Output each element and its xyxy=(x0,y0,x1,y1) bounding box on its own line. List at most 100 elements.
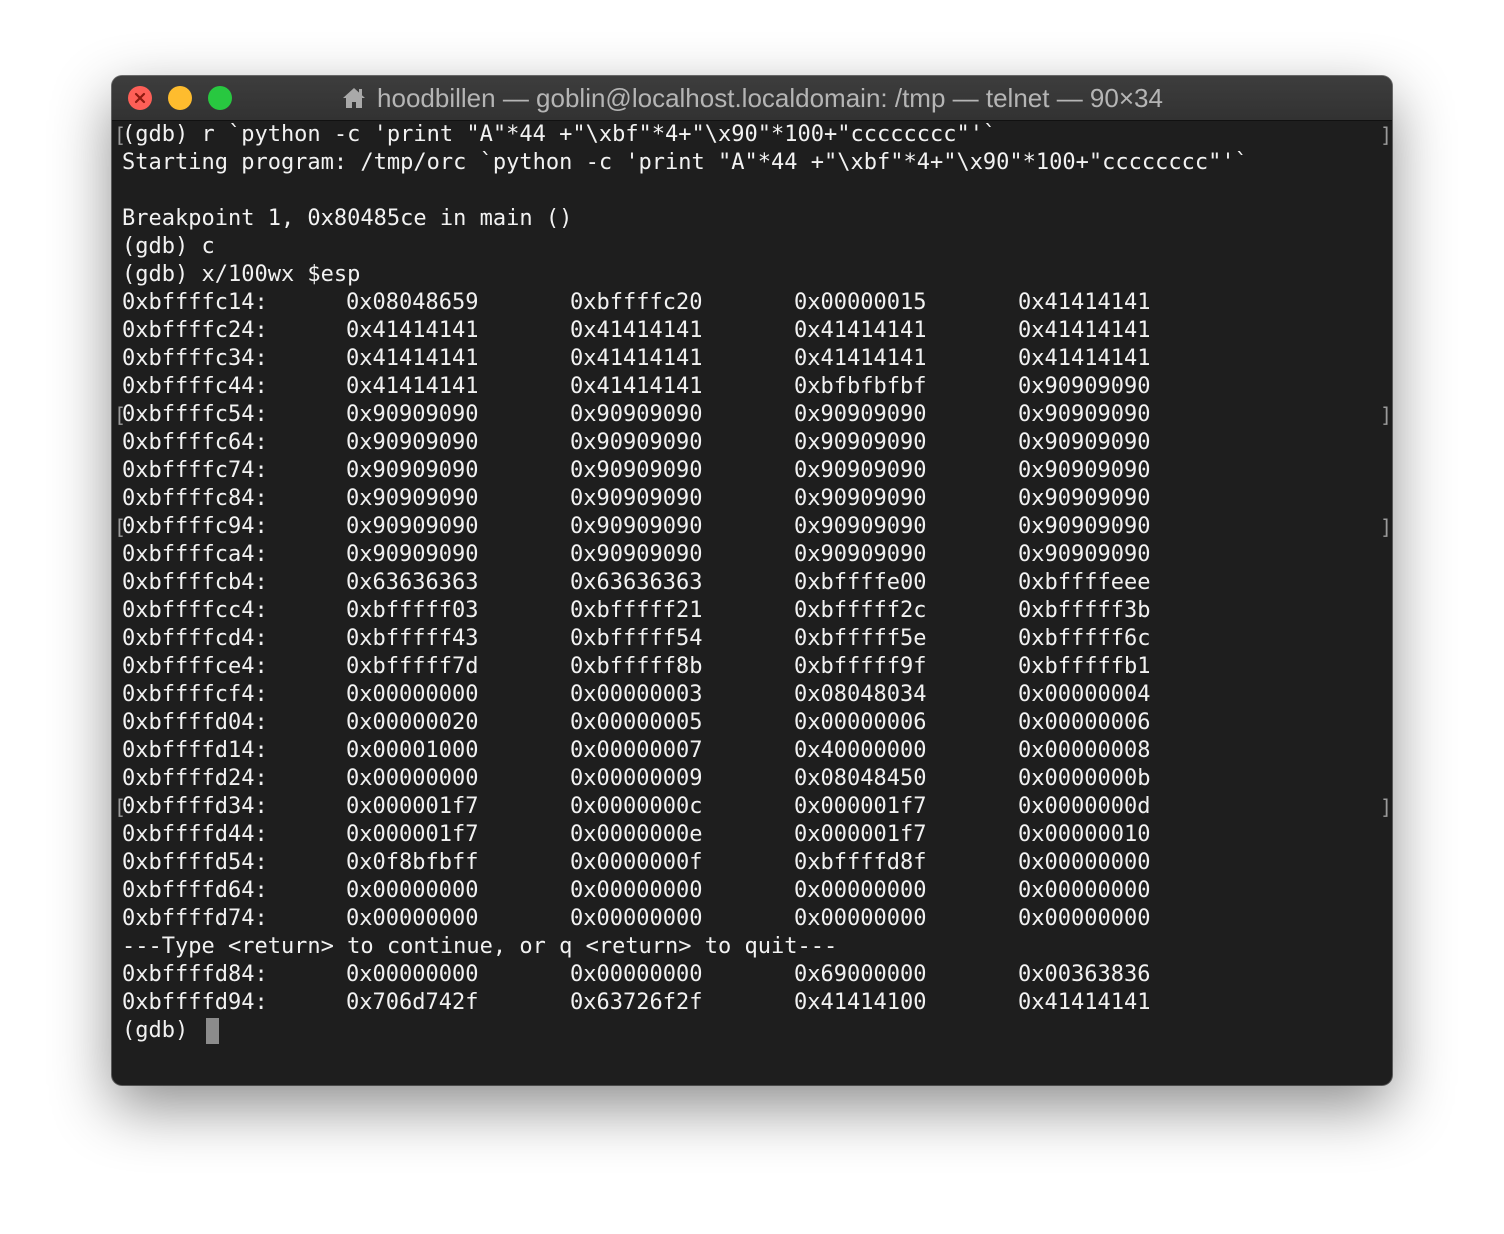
memory-word: 0x90909090 xyxy=(570,430,703,455)
memory-word: 0x00000000 xyxy=(570,878,703,903)
memory-word: 0xbfffff8b xyxy=(570,654,703,679)
memory-word: 0xbfffff03 xyxy=(346,598,479,623)
memory-word: 0x00000003 xyxy=(570,682,703,707)
memory-word: 0x63726f2f xyxy=(570,990,703,1015)
memory-word: 0xbffffeee xyxy=(1018,570,1151,595)
memory-address: 0xbffffc64: xyxy=(122,430,268,455)
memory-word: 0x00001000 xyxy=(346,738,479,763)
memory-word: 0x0f8bfbff xyxy=(346,850,479,875)
memory-word: 0x41414141 xyxy=(1018,318,1151,343)
memory-word: 0x00000010 xyxy=(1018,822,1151,847)
terminal-line: Starting program: /tmp/orc `python -c 'p… xyxy=(122,150,1248,175)
memory-word: 0x41414100 xyxy=(794,990,927,1015)
memory-word: 0x00000007 xyxy=(570,738,703,763)
memory-word: 0x000001f7 xyxy=(794,822,927,847)
memory-word: 0x00000000 xyxy=(346,682,479,707)
memory-address: 0xbffffc84: xyxy=(122,486,268,511)
memory-word: 0x41414141 xyxy=(794,318,927,343)
memory-word: 0x00000000 xyxy=(346,906,479,931)
memory-word: 0x69000000 xyxy=(794,962,927,987)
memory-word: 0x00000006 xyxy=(794,710,927,735)
memory-address: 0xbffffd14: xyxy=(122,738,268,763)
memory-word: 0x41414141 xyxy=(346,318,479,343)
memory-word: 0x90909090 xyxy=(346,458,479,483)
memory-word: 0x00000000 xyxy=(346,878,479,903)
memory-word: 0xbfbfbfbf xyxy=(794,374,927,399)
memory-word: 0x00000000 xyxy=(346,962,479,987)
terminal-line: (gdb) c xyxy=(122,234,215,259)
line-wrap-marker-left: [ xyxy=(114,795,127,819)
memory-address: 0xbffffd84: xyxy=(122,962,268,987)
memory-word: 0xbfffff6c xyxy=(1018,626,1151,651)
memory-word: 0x00000000 xyxy=(1018,906,1151,931)
memory-address: 0xbffffc74: xyxy=(122,458,268,483)
memory-address: 0xbffffd44: xyxy=(122,822,268,847)
line-wrap-marker-right: ] xyxy=(1380,515,1392,539)
memory-word: 0x00000009 xyxy=(570,766,703,791)
memory-word: 0x00000006 xyxy=(1018,710,1151,735)
memory-word: 0x00000000 xyxy=(570,906,703,931)
minimize-button[interactable] xyxy=(168,86,192,110)
memory-word: 0x00000000 xyxy=(1018,878,1151,903)
memory-address: 0xbffffd04: xyxy=(122,710,268,735)
memory-address: 0xbffffd94: xyxy=(122,990,268,1015)
gdb-prompt: (gdb) xyxy=(122,1018,202,1043)
memory-word: 0xbfffff3b xyxy=(1018,598,1151,623)
memory-word: 0x41414141 xyxy=(1018,290,1151,315)
memory-word: 0x0000000e xyxy=(570,822,703,847)
memory-word: 0x90909090 xyxy=(570,542,703,567)
line-wrap-marker-left: [ xyxy=(114,123,127,147)
memory-word: 0x90909090 xyxy=(570,514,703,539)
memory-word: 0x41414141 xyxy=(346,346,479,371)
memory-word: 0x0000000f xyxy=(570,850,703,875)
memory-word: 0x00000000 xyxy=(794,878,927,903)
memory-address: 0xbffffc54: xyxy=(122,402,268,427)
memory-word: 0x00000020 xyxy=(346,710,479,735)
memory-word: 0x63636363 xyxy=(346,570,479,595)
memory-word: 0x90909090 xyxy=(1018,514,1151,539)
memory-word: 0x90909090 xyxy=(1018,430,1151,455)
memory-word: 0x90909090 xyxy=(794,402,927,427)
memory-word: 0x08048659 xyxy=(346,290,479,315)
memory-word: 0xbffffd8f xyxy=(794,850,927,875)
memory-word: 0x90909090 xyxy=(794,514,927,539)
memory-address: 0xbffffc14: xyxy=(122,290,268,315)
memory-word: 0x90909090 xyxy=(794,542,927,567)
memory-word: 0x0000000c xyxy=(570,794,703,819)
close-button[interactable] xyxy=(128,86,152,110)
memory-address: 0xbffffce4: xyxy=(122,654,268,679)
memory-address: 0xbffffc34: xyxy=(122,346,268,371)
memory-word: 0x00000005 xyxy=(570,710,703,735)
memory-word: 0x41414141 xyxy=(1018,990,1151,1015)
line-wrap-marker-left: [ xyxy=(114,403,127,427)
zoom-button[interactable] xyxy=(208,86,232,110)
terminal-content[interactable]: (gdb) r `python -c 'print "A"*44 +"\xbf"… xyxy=(112,121,1392,1085)
memory-word: 0x41414141 xyxy=(1018,346,1151,371)
memory-word: 0xbfffff21 xyxy=(570,598,703,623)
memory-word: 0x08048034 xyxy=(794,682,927,707)
line-wrap-marker-right: ] xyxy=(1380,403,1392,427)
memory-word: 0xbffffc20 xyxy=(570,290,703,315)
memory-word: 0xbfffff54 xyxy=(570,626,703,651)
memory-word: 0x00000015 xyxy=(794,290,927,315)
memory-word: 0x41414141 xyxy=(794,346,927,371)
memory-word: 0x90909090 xyxy=(570,402,703,427)
memory-word: 0x00000008 xyxy=(1018,738,1151,763)
memory-word: 0x90909090 xyxy=(1018,542,1151,567)
memory-address: 0xbffffd24: xyxy=(122,766,268,791)
memory-word: 0x000001f7 xyxy=(794,794,927,819)
memory-word: 0x63636363 xyxy=(570,570,703,595)
memory-word: 0x00000000 xyxy=(346,766,479,791)
memory-word: 0x00000004 xyxy=(1018,682,1151,707)
memory-address: 0xbffffc94: xyxy=(122,514,268,539)
memory-word: 0x90909090 xyxy=(346,430,479,455)
title-bar[interactable]: hoodbillen — goblin@localhost.localdomai… xyxy=(112,76,1392,121)
memory-address: 0xbffffcd4: xyxy=(122,626,268,651)
memory-word: 0xbfffff9f xyxy=(794,654,927,679)
terminal-line: (gdb) r `python -c 'print "A"*44 +"\xbf"… xyxy=(122,122,997,147)
memory-word: 0xbffffe00 xyxy=(794,570,927,595)
memory-address: 0xbffffc24: xyxy=(122,318,268,343)
memory-word: 0x90909090 xyxy=(346,514,479,539)
memory-word: 0x90909090 xyxy=(1018,486,1151,511)
memory-address: 0xbffffc44: xyxy=(122,374,268,399)
